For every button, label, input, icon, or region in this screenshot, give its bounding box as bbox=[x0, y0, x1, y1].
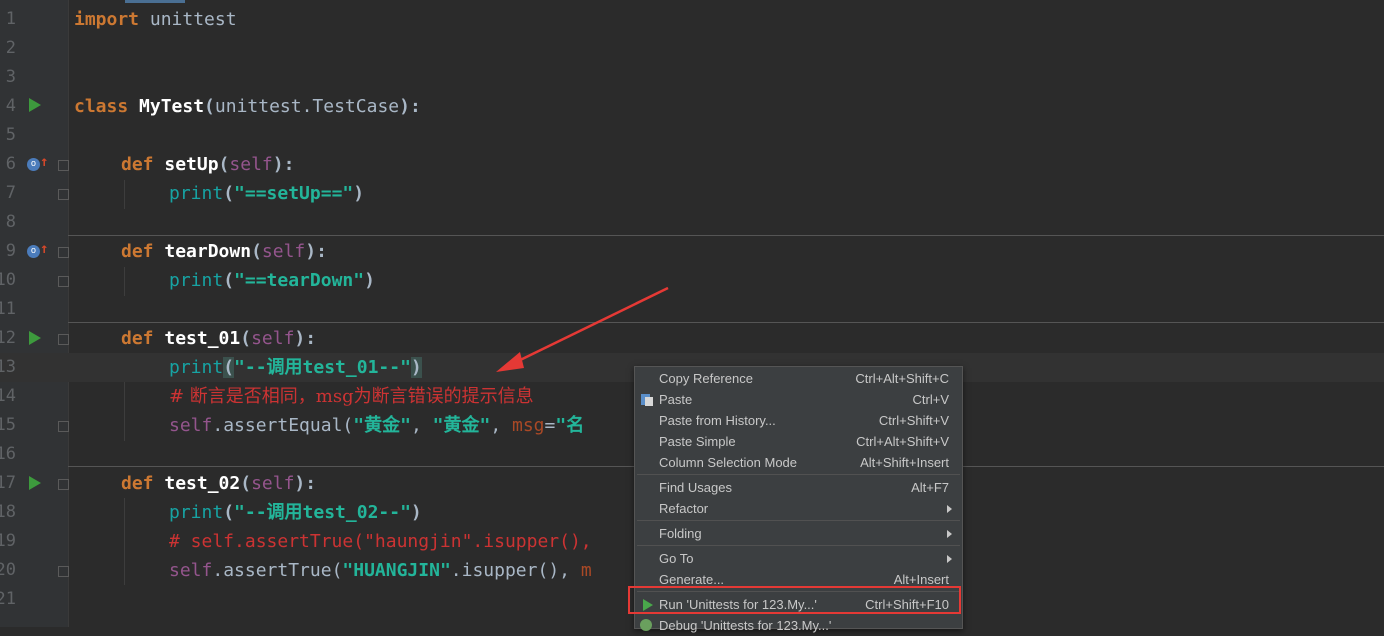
code-text: print("--调用test_02--") bbox=[169, 502, 422, 523]
menu-separator bbox=[637, 520, 960, 521]
line-number: 5 bbox=[5, 125, 16, 145]
code-line[interactable]: 5 bbox=[0, 121, 1384, 150]
run-gutter-icon[interactable] bbox=[29, 98, 41, 112]
override-icon[interactable]: o bbox=[27, 158, 40, 171]
menu-item-debug-unittests[interactable]: Debug 'Unittests for 123.My...' bbox=[635, 615, 962, 636]
code-line[interactable]: 9 o ↑ def tearDown(self): bbox=[0, 237, 1384, 266]
code-text: def test_01(self): bbox=[121, 328, 317, 349]
line-number: 1 bbox=[5, 9, 16, 29]
menu-item-column-selection-mode[interactable]: Column Selection Mode Alt+Shift+Insert bbox=[635, 452, 962, 473]
line-number: 19 bbox=[0, 531, 16, 551]
line-number: 9 bbox=[5, 241, 16, 261]
run-gutter-icon[interactable] bbox=[29, 331, 41, 345]
code-line[interactable]: 12 def test_01(self): bbox=[0, 324, 1384, 353]
line-number: 4 bbox=[5, 96, 16, 116]
debug-icon bbox=[640, 619, 652, 631]
code-line[interactable]: 2 bbox=[0, 34, 1384, 63]
active-tab-indicator bbox=[125, 0, 185, 3]
menu-separator bbox=[637, 545, 960, 546]
override-icon[interactable]: o bbox=[27, 245, 40, 258]
code-text: self.assertEqual("黄金", "黄金", msg="名 bbox=[169, 415, 585, 436]
code-comment: # 断言是否相同，msg为断言错误的提示信息 bbox=[169, 386, 534, 407]
fold-icon[interactable] bbox=[58, 334, 69, 345]
line-number: 16 bbox=[0, 444, 16, 464]
code-text: def tearDown(self): bbox=[121, 241, 327, 262]
code-text: class MyTest(unittest.TestCase): bbox=[74, 96, 421, 117]
menu-item-folding[interactable]: Folding bbox=[635, 523, 962, 544]
code-text: print("==tearDown") bbox=[169, 270, 375, 291]
code-text: self.assertTrue("HUANGJIN".isupper(), m bbox=[169, 560, 592, 581]
line-number: 12 bbox=[0, 328, 16, 348]
submenu-arrow-icon bbox=[947, 530, 952, 538]
code-text: print("--调用test_01--") bbox=[169, 357, 422, 378]
run-gutter-icon[interactable] bbox=[29, 476, 41, 490]
menu-item-paste-from-history[interactable]: Paste from History... Ctrl+Shift+V bbox=[635, 410, 962, 431]
menu-item-paste-simple[interactable]: Paste Simple Ctrl+Alt+Shift+V bbox=[635, 431, 962, 452]
code-line[interactable]: 4 class MyTest(unittest.TestCase): bbox=[0, 92, 1384, 121]
submenu-arrow-icon bbox=[947, 505, 952, 513]
code-comment: # self.assertTrue("haungjin".isupper(), bbox=[169, 531, 592, 552]
line-number: 7 bbox=[5, 183, 16, 203]
annotation-highlight-box bbox=[628, 586, 961, 614]
code-line[interactable]: 8 bbox=[0, 208, 1384, 237]
code-line[interactable]: 3 bbox=[0, 63, 1384, 92]
code-line[interactable]: 7 print("==setUp==") bbox=[0, 179, 1384, 208]
line-number: 17 bbox=[0, 473, 16, 493]
fold-icon[interactable] bbox=[58, 276, 69, 287]
line-number: 10 bbox=[0, 270, 16, 290]
menu-item-paste[interactable]: Paste Ctrl+V bbox=[635, 389, 962, 410]
line-number: 6 bbox=[5, 154, 16, 174]
code-text: def setUp(self): bbox=[121, 154, 295, 175]
code-text: def test_02(self): bbox=[121, 473, 317, 494]
fold-icon[interactable] bbox=[58, 160, 69, 171]
line-number: 18 bbox=[0, 502, 16, 522]
line-number: 11 bbox=[0, 299, 16, 319]
menu-separator bbox=[637, 474, 960, 475]
code-line[interactable]: 10 print("==tearDown") bbox=[0, 266, 1384, 295]
code-text: import unittest bbox=[74, 9, 237, 30]
override-arrow-icon: ↑ bbox=[40, 154, 49, 170]
code-line[interactable]: 6 o ↑ def setUp(self): bbox=[0, 150, 1384, 179]
code-line[interactable]: 1 import unittest bbox=[0, 5, 1384, 34]
code-line[interactable]: 11 bbox=[0, 295, 1384, 324]
menu-item-go-to[interactable]: Go To bbox=[635, 548, 962, 569]
fold-icon[interactable] bbox=[58, 566, 69, 577]
fold-icon[interactable] bbox=[58, 247, 69, 258]
fold-icon[interactable] bbox=[58, 189, 69, 200]
menu-item-refactor[interactable]: Refactor bbox=[635, 498, 962, 519]
fold-icon[interactable] bbox=[58, 479, 69, 490]
override-arrow-icon: ↑ bbox=[40, 241, 49, 257]
menu-item-copy-reference[interactable]: Copy Reference Ctrl+Alt+Shift+C bbox=[635, 368, 962, 389]
line-number: 21 bbox=[0, 589, 16, 609]
line-number: 3 bbox=[5, 67, 16, 87]
line-number: 13 bbox=[0, 357, 16, 377]
code-text: print("==setUp==") bbox=[169, 183, 365, 204]
submenu-arrow-icon bbox=[947, 555, 952, 563]
line-number: 2 bbox=[5, 38, 16, 58]
line-number: 14 bbox=[0, 386, 16, 406]
paste-icon bbox=[641, 394, 653, 406]
line-number: 15 bbox=[0, 415, 16, 435]
fold-icon[interactable] bbox=[58, 421, 69, 432]
line-number: 8 bbox=[5, 212, 16, 232]
menu-item-find-usages[interactable]: Find Usages Alt+F7 bbox=[635, 477, 962, 498]
line-number: 20 bbox=[0, 560, 16, 580]
